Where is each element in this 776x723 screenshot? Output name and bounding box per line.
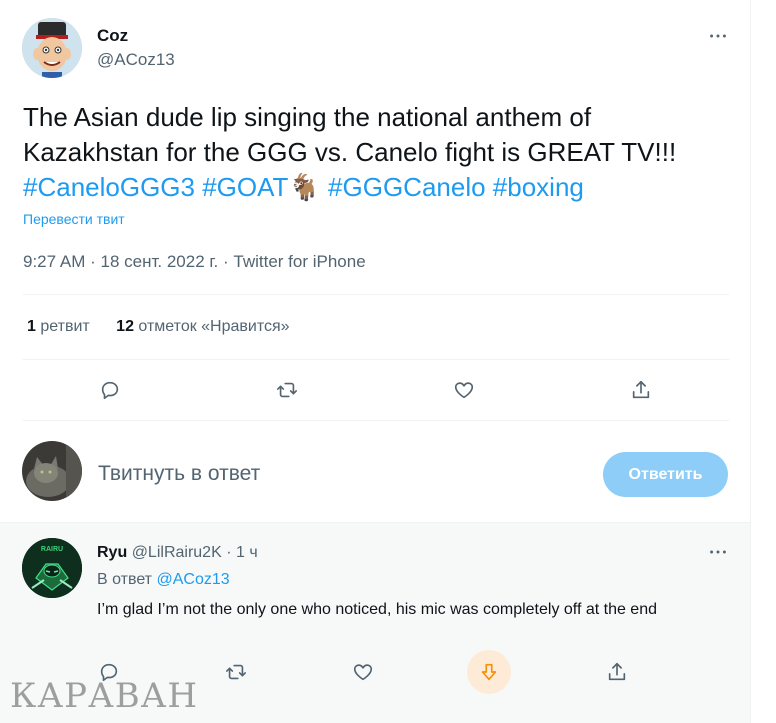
downvote-arrow-icon (481, 663, 497, 681)
author-avatar[interactable] (22, 18, 82, 78)
divider (23, 359, 729, 360)
comment-icon (101, 381, 119, 400)
hashtag-link[interactable]: #CaneloGGG3 (23, 172, 195, 202)
divider (23, 294, 729, 295)
tweet-date[interactable]: 18 сент. 2022 г. (101, 252, 219, 271)
hashtag-link[interactable]: #GOAT🐐 (202, 172, 321, 202)
hashtag-link[interactable]: #GGGCanelo (328, 172, 486, 202)
replying-to-label: В ответ (97, 571, 153, 588)
replying-to-handle[interactable]: @ACoz13 (156, 571, 229, 588)
reply-share-button[interactable] (599, 654, 635, 690)
reply-button[interactable] (92, 372, 128, 408)
tweet-more-button[interactable] (700, 18, 736, 54)
heart-icon (353, 664, 373, 681)
reply-like-button[interactable] (345, 654, 381, 690)
reply-retweet-button[interactable] (218, 654, 254, 690)
cat-photo-icon (22, 441, 82, 501)
watermark-logo: КАРАВАН (10, 676, 199, 716)
reply-input[interactable]: Твитнуть в ответ (98, 462, 260, 486)
retweet-stat[interactable]: 1 ретвит (27, 318, 94, 335)
translate-tweet-link[interactable]: Перевести твит (23, 211, 125, 227)
like-count: 12 (116, 318, 134, 335)
retweet-icon (226, 664, 246, 680)
tweet-meta: 9:27 AM · 18 сент. 2022 г. · Twitter for… (23, 252, 366, 272)
meta-separator: · (90, 252, 96, 271)
hashtag-link[interactable]: #boxing (493, 172, 584, 202)
reply-author-avatar[interactable]: RAIRU (22, 538, 82, 598)
tweet-source[interactable]: Twitter for iPhone (233, 252, 365, 271)
meta-separator: · (226, 544, 232, 561)
like-stat-label: отметок «Нравится» (138, 318, 290, 335)
reply-author-name[interactable]: Ryu (97, 544, 127, 561)
share-button[interactable] (623, 372, 659, 408)
conversation-panel: Coz @ACoz13 The Asian dude lip singing t… (0, 0, 751, 723)
tweet-stats: 1 ретвит 12 отметок «Нравится» (27, 318, 290, 336)
more-horizontal-icon (710, 34, 726, 38)
retweet-icon (277, 382, 297, 398)
divider (23, 420, 729, 421)
share-icon (632, 380, 650, 399)
reply-header: Ryu @LilRairu2K · 1 ч (97, 544, 258, 562)
meta-separator: · (222, 252, 229, 271)
reply-text: I’m glad I’m not the only one who notice… (97, 601, 657, 618)
retweet-count: 1 (27, 318, 36, 335)
reply-time[interactable]: 1 ч (236, 544, 258, 561)
retweet-stat-label: ретвит (40, 318, 90, 335)
reply-submit-button[interactable]: Ответить (603, 452, 728, 497)
like-button[interactable] (446, 372, 482, 408)
retweet-button[interactable] (269, 372, 305, 408)
reply-author-handle[interactable]: @LilRairu2K (132, 544, 222, 561)
current-user-avatar[interactable] (22, 441, 82, 501)
heart-icon (454, 382, 474, 399)
like-stat[interactable]: 12 отметок «Нравится» (116, 318, 289, 335)
tweet-time[interactable]: 9:27 AM (23, 252, 85, 271)
tweet-text: The Asian dude lip singing the national … (23, 100, 723, 205)
cartoon-face-icon (22, 18, 82, 78)
tweet-text-body: The Asian dude lip singing the national … (23, 102, 677, 167)
reply-more-button[interactable] (700, 534, 736, 570)
replying-to: В ответ @ACoz13 (97, 571, 230, 589)
rairu-logo-icon: RAIRU (22, 538, 82, 598)
reply-downvote-button[interactable] (467, 650, 511, 694)
avatar-text: RAIRU (41, 546, 63, 553)
share-icon (608, 662, 626, 681)
author-handle[interactable]: @ACoz13 (97, 50, 175, 70)
author-name[interactable]: Coz (97, 26, 128, 46)
more-horizontal-icon (710, 550, 726, 554)
